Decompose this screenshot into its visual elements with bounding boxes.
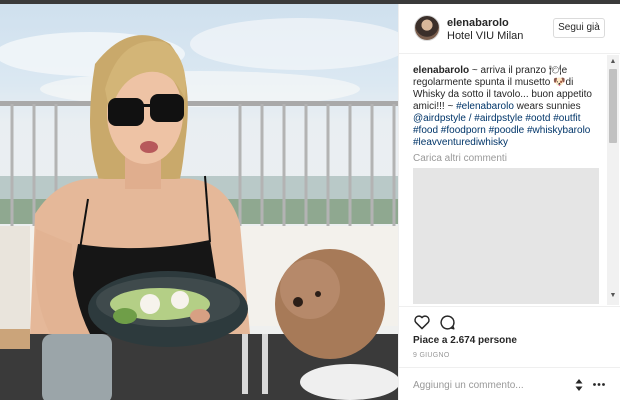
following-button[interactable]: Segui già: [553, 18, 605, 38]
likes-count[interactable]: Piace a 2.674 persone: [413, 335, 517, 346]
scroll-thumb[interactable]: [609, 69, 617, 143]
post-photo[interactable]: [0, 4, 398, 400]
post-date: 9 GIUGNO: [413, 352, 450, 359]
scroll-up-arrow-icon[interactable]: ▲: [607, 57, 619, 67]
heart-icon[interactable]: [413, 314, 431, 330]
scroll-down-arrow-icon[interactable]: ▼: [607, 291, 619, 301]
avatar[interactable]: [414, 15, 440, 41]
caption-username[interactable]: elenabarolo: [413, 65, 469, 76]
caption-mentions-hashtags[interactable]: @airdpstyle / #airdpstyle #ootd #outfit …: [413, 113, 590, 148]
caption-hashtag-elenabarolo[interactable]: #elenabarolo: [456, 101, 514, 112]
photo-illustration: [0, 18, 398, 400]
comments-scrollbar[interactable]: ▲ ▼: [607, 55, 619, 305]
add-comment-bar: [399, 367, 620, 400]
stepper-icon[interactable]: [574, 378, 584, 392]
comments-section: elenabarolo ~ arriva il pranzo 🍽e regola…: [399, 55, 620, 305]
caption-text-2: wears sunnies: [513, 101, 581, 112]
load-more-comments-link[interactable]: Carica altri commenti: [413, 153, 507, 164]
post-side-panel: elenabarolo Hotel VIU Milan Segui già el…: [398, 4, 620, 400]
post-actions: [399, 306, 620, 334]
comment-icon[interactable]: [439, 314, 456, 331]
post-username[interactable]: elenabarolo: [447, 17, 509, 29]
post-caption: elenabarolo ~ arriva il pranzo 🍽e regola…: [413, 65, 603, 149]
more-icon[interactable]: [593, 383, 605, 386]
comment-input[interactable]: [413, 377, 563, 393]
post-header: elenabarolo Hotel VIU Milan Segui già: [399, 4, 620, 54]
post-location[interactable]: Hotel VIU Milan: [447, 30, 523, 42]
comments-placeholder: [413, 168, 599, 304]
